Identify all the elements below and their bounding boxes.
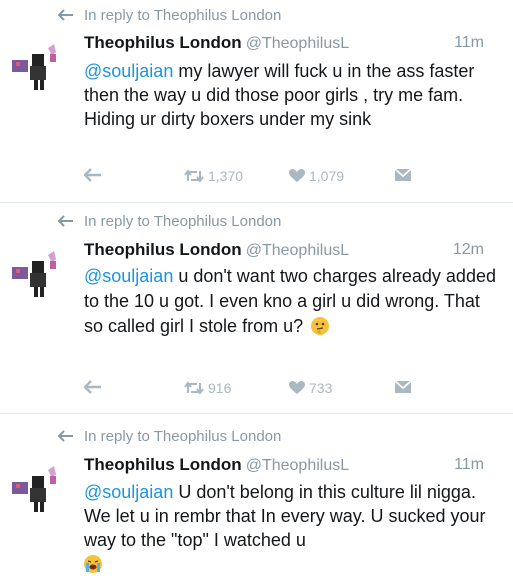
reply-icon <box>84 168 101 182</box>
like-button[interactable]: 733 <box>289 380 332 396</box>
retweet-icon <box>184 169 204 183</box>
mention-link[interactable]: @souljaian <box>84 61 173 81</box>
mention-link[interactable]: @souljaian <box>84 482 173 502</box>
reply-context-label: In reply to Theophilus London <box>84 6 282 24</box>
like-count: 733 <box>309 380 333 396</box>
tweet-header: Theophilus London @TheophilusL 11m <box>84 32 484 54</box>
retweet-button[interactable]: 1,370 <box>184 168 243 184</box>
reply-arrow-icon <box>58 430 73 442</box>
display-name[interactable]: Theophilus London <box>84 33 242 52</box>
reply-context-label: In reply to Theophilus London <box>84 427 282 445</box>
tweet-2[interactable]: In reply to Theophilus London Theophilus… <box>0 205 513 410</box>
tweet-header: Theophilus London @TheophilusL 12m <box>84 239 484 261</box>
display-name[interactable]: Theophilus London <box>84 455 242 474</box>
tweet-1[interactable]: In reply to Theophilus London Theophilus… <box>0 0 513 200</box>
mention-link[interactable]: @souljaian <box>84 266 173 286</box>
divider <box>0 413 513 414</box>
envelope-icon <box>394 168 412 181</box>
like-count: 1,079 <box>309 168 345 184</box>
like-button[interactable]: 1,079 <box>289 168 344 184</box>
heart-icon <box>289 169 305 182</box>
divider <box>0 202 513 203</box>
avatar[interactable] <box>10 40 66 96</box>
reply-context[interactable]: In reply to Theophilus London <box>58 426 281 446</box>
retweet-button[interactable]: 916 <box>184 380 231 396</box>
reply-button[interactable] <box>84 380 106 394</box>
timestamp[interactable]: 12m <box>453 239 484 261</box>
tweet-actions: 916 733 <box>84 380 414 400</box>
user-handle[interactable]: @TheophilusL <box>246 457 349 474</box>
reply-context[interactable]: In reply to Theophilus London <box>58 211 281 231</box>
tweet-3[interactable]: In reply to Theophilus London Theophilus… <box>0 416 513 588</box>
avatar[interactable] <box>10 247 66 303</box>
avatar-image <box>12 466 56 512</box>
reply-context[interactable]: In reply to Theophilus London <box>58 5 281 25</box>
reply-arrow-icon <box>58 9 73 21</box>
retweet-count: 1,370 <box>208 168 244 184</box>
timestamp[interactable]: 11m <box>454 32 484 54</box>
tweet-header: Theophilus London @TheophilusL 11m <box>84 454 484 476</box>
tweet-text: @souljaian my lawyer will fuck u in the … <box>84 59 496 131</box>
avatar[interactable] <box>10 462 66 518</box>
tweet-text: @souljaian u don't want two charges alre… <box>84 264 496 339</box>
display-name[interactable]: Theophilus London <box>84 240 242 259</box>
reply-button[interactable] <box>84 168 106 182</box>
envelope-icon <box>394 380 412 393</box>
user-handle[interactable]: @TheophilusL <box>246 242 349 259</box>
retweet-icon <box>184 381 204 395</box>
reply-context-label: In reply to Theophilus London <box>84 212 282 230</box>
thinking-face-emoji-icon <box>311 317 330 335</box>
direct-message-button[interactable] <box>394 168 416 182</box>
heart-icon <box>289 381 305 394</box>
reply-icon <box>84 380 101 394</box>
tweet-text: @souljaian U don't belong in this cultur… <box>84 480 496 576</box>
avatar-image <box>12 251 56 297</box>
loudly-crying-face-emoji-icon <box>84 555 102 573</box>
user-handle[interactable]: @TheophilusL <box>246 35 349 52</box>
timestamp[interactable]: 11m <box>454 454 484 476</box>
avatar-image <box>12 44 56 90</box>
retweet-count: 916 <box>208 380 232 396</box>
direct-message-button[interactable] <box>394 380 416 394</box>
reply-arrow-icon <box>58 215 73 227</box>
tweet-actions: 1,370 1,079 <box>84 168 414 188</box>
